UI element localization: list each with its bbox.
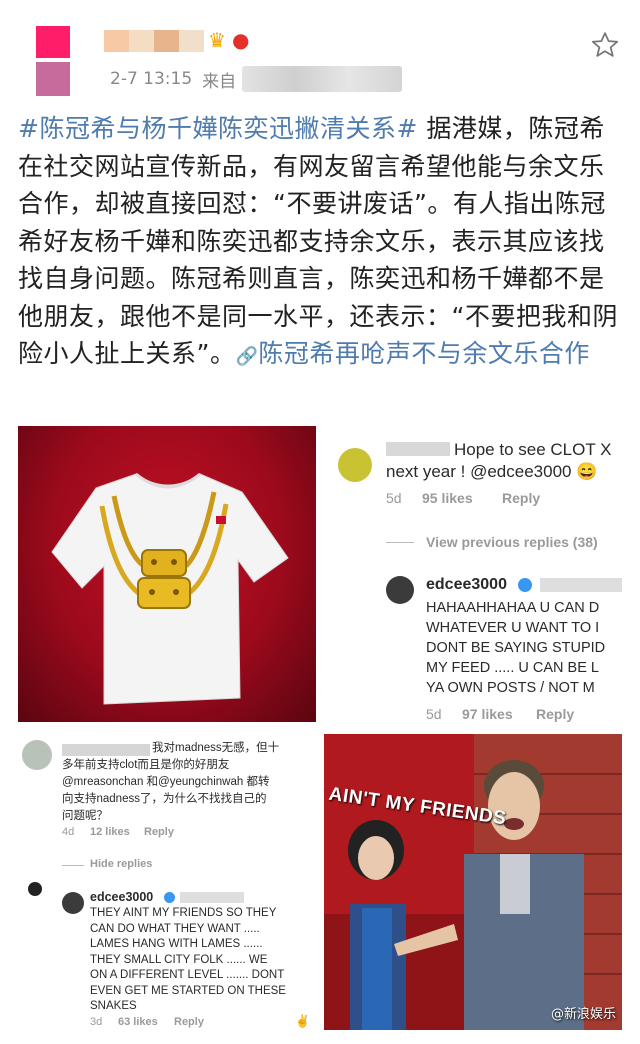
post-meta: 2-7 13:15 来自: [110, 66, 403, 92]
comment-text: 我对madness无感，但十 多年前支持clot而且是你的好朋友 @mreaso…: [62, 740, 279, 825]
reply-line: LAMES HANG WITH LAMES ......: [90, 938, 263, 950]
reply-line: THEY SMALL CITY FOLK ...... WE: [90, 953, 268, 966]
reply-reply-button[interactable]: Reply: [174, 1016, 204, 1028]
comment-screenshot-2[interactable]: 我对madness无感，但十 多年前支持clot而且是你的好朋友 @mreaso…: [18, 734, 316, 1030]
commenter-avatar: [22, 740, 52, 770]
reply-line: MY FEED ..... U CAN BE L: [426, 660, 599, 676]
hide-replies[interactable]: Hide replies: [90, 858, 152, 870]
watermark: @新浪娱乐: [550, 1007, 616, 1022]
comment-likes[interactable]: 95 likes: [422, 490, 473, 506]
reply-time: 5d: [426, 706, 442, 722]
comment-line: 我对madness无感，但十: [152, 742, 280, 754]
commenter-avatar: [338, 448, 372, 482]
user-badges: ♛ ●: [208, 28, 249, 52]
avatar[interactable]: [36, 26, 70, 96]
comment-likes[interactable]: 12 likes: [90, 826, 130, 838]
reply-time: 3d: [90, 1016, 103, 1028]
verified-icon: [518, 578, 532, 592]
link-icon[interactable]: 🔗: [235, 346, 258, 367]
back-arrow-icon[interactable]: [28, 882, 42, 896]
reply-line: THEY AINT MY FRIENDS SO THEY: [90, 907, 277, 919]
post-body-text: 据港媒，陈冠希在社交网站宣传新品，有网友留言希望他能与余文乐合作，却被直接回怼：…: [18, 114, 618, 368]
reply-line: WHATEVER U WANT TO I: [426, 620, 600, 636]
comment-line: 向支持nadness了，为什么不找找自己的: [62, 793, 267, 805]
hashtag-link[interactable]: #陈冠希与杨千嬅陈奕迅撇清关系#: [18, 114, 418, 143]
commenter-name-blurred: [386, 442, 450, 456]
username-blurred[interactable]: [104, 30, 204, 52]
comment-time: 4d: [62, 826, 75, 838]
view-previous-replies[interactable]: View previous replies (38): [426, 534, 598, 550]
crown-icon: ♛: [208, 28, 226, 52]
reply-text: HAHAAHHAHAA U CAN D WHATEVER U WANT TO I…: [426, 598, 605, 698]
reply-likes[interactable]: 97 likes: [462, 706, 513, 722]
tshirt-image[interactable]: [18, 426, 316, 722]
reply-likes[interactable]: 63 likes: [118, 1016, 158, 1028]
reply-line: SNAKES: [90, 1000, 137, 1012]
reply-username[interactable]: edcee3000: [90, 890, 153, 904]
comment-line: @mreasonchan 和@yeungchinwah 都转: [62, 776, 270, 788]
reply-username[interactable]: edcee3000: [426, 576, 507, 594]
post-source-blurred: [242, 66, 403, 92]
reply-line: ON A DIFFERENT LEVEL ....... DONT: [90, 969, 285, 981]
reply-line: DONT BE SAYING STUPID: [426, 640, 606, 656]
comment-text-line2: next year ! @edcee3000 😄: [386, 462, 598, 481]
post-body: #陈冠希与杨千嬅陈奕迅撇清关系# 据港媒，陈冠希在社交网站宣传新品，有网友留言希…: [18, 110, 622, 376]
reply-reply-button[interactable]: Reply: [536, 706, 574, 722]
reply-line: YA OWN POSTS / NOT M: [426, 680, 595, 696]
reply-line: CAN DO WHAT THEY WANT .....: [90, 922, 260, 935]
divider: [386, 542, 414, 543]
avatar-blur-top: [36, 26, 70, 58]
reply-line: HAHAAHHAHAA U CAN D: [426, 600, 600, 616]
emoji-icon: ✌: [295, 1014, 310, 1028]
reply-line: EVEN GET ME STARTED ON THESE: [90, 984, 286, 997]
celebrity-photo-collage[interactable]: AIN'T MY FRIENDS @新浪娱乐: [324, 734, 622, 1030]
reply-name-blurred: [180, 892, 244, 903]
reply-avatar: [386, 576, 414, 604]
topic-link[interactable]: 陈冠希再呛声不与余文乐合作: [258, 339, 590, 368]
star-icon[interactable]: [590, 30, 620, 60]
avatar-blur-bottom: [36, 62, 70, 96]
comment-line: 多年前支持clot而且是你的好朋友: [62, 759, 230, 771]
comment-reply-button[interactable]: Reply: [502, 490, 540, 506]
comment-text-line1: Hope to see CLOT X: [454, 440, 612, 459]
comment-line: 问题呢？: [62, 810, 108, 822]
verified-icon: [164, 892, 175, 903]
comment-time: 5d: [386, 490, 402, 506]
reply-name-blurred: [540, 578, 622, 592]
divider: [62, 865, 84, 866]
post-timestamp: 2-7 13:15: [110, 69, 193, 89]
reply-avatar: [62, 892, 84, 914]
reply-text: THEY AINT MY FRIENDS SO THEY CAN DO WHAT…: [90, 906, 286, 1015]
collage-illustration: [324, 734, 622, 1030]
comment-screenshot-1[interactable]: Hope to see CLOT X next year ! @edcee300…: [330, 426, 622, 722]
lantern-icon: ●: [231, 28, 250, 52]
tshirt-illustration: [51, 472, 289, 705]
post-source-prefix: 来自: [202, 71, 237, 92]
comment-reply-button[interactable]: Reply: [144, 826, 174, 838]
